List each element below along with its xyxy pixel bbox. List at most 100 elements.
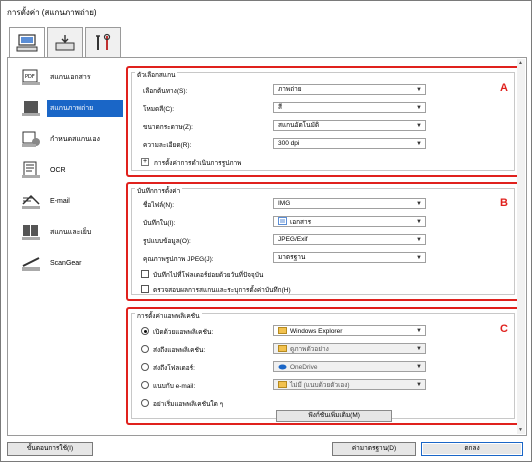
scangear-icon bbox=[22, 257, 40, 271]
subfolder-date-checkbox[interactable] bbox=[141, 270, 149, 278]
ok-button[interactable]: ตกลง bbox=[421, 442, 523, 456]
chevron-down-icon: ▼ bbox=[416, 382, 422, 388]
stitch-icon bbox=[22, 225, 40, 240]
chevron-down-icon: ▼ bbox=[416, 328, 422, 334]
attach-email-dropdown[interactable]: ไม่มี (แนบด้วยตัวเอง) ▼ bbox=[273, 379, 426, 390]
resolution-label: ความละเอียด(R): bbox=[143, 142, 192, 149]
instructions-button[interactable]: ขั้นตอนการใช้(I) bbox=[7, 442, 93, 456]
defaults-button[interactable]: ค่ามาตรฐาน(D) bbox=[332, 442, 416, 456]
custom-scan-icon bbox=[22, 131, 40, 147]
sidebar-item-email[interactable]: E-mail bbox=[12, 186, 124, 216]
callout-letter: B bbox=[500, 197, 508, 209]
tab-general-settings[interactable] bbox=[85, 27, 121, 57]
settings-content: ตัวเลือกสแกน A เลือกต้นทาง(S): ภาพถ่าย ▼ … bbox=[126, 62, 524, 432]
callout-letter: C bbox=[500, 323, 508, 335]
tab-scan-from-computer[interactable] bbox=[9, 27, 45, 58]
folder-icon bbox=[278, 345, 287, 352]
chevron-down-icon: ▼ bbox=[416, 201, 422, 207]
settings-window: การตั้งค่า (สแกนภาพถ่าย) PDF สแกนเอกสาร … bbox=[0, 0, 532, 462]
check-scan-results-checkbox[interactable] bbox=[141, 285, 149, 293]
scan-computer-icon bbox=[16, 34, 38, 52]
email-icon bbox=[22, 194, 40, 209]
scrollbar[interactable]: ▲ ▼ bbox=[517, 59, 525, 434]
data-format-dropdown[interactable]: JPEG/Exif ▼ bbox=[273, 234, 426, 245]
send-to-app-dropdown[interactable]: ดูภาพตัวอย่าง ▼ bbox=[273, 343, 426, 354]
chevron-down-icon: ▼ bbox=[416, 105, 422, 111]
open-with-app-dropdown[interactable]: Windows Explorer ▼ bbox=[273, 325, 426, 336]
select-source-dropdown[interactable]: ภาพถ่าย ▼ bbox=[273, 84, 426, 95]
scroll-up-icon[interactable]: ▲ bbox=[518, 60, 523, 66]
sidebar-item-label: ScanGear bbox=[50, 259, 82, 267]
sidebar-item-label: OCR bbox=[50, 166, 66, 174]
callout-letter: A bbox=[500, 82, 508, 94]
expand-image-processing-button[interactable]: + bbox=[141, 158, 149, 166]
sidebar-item-ocr[interactable]: OCR bbox=[12, 155, 124, 185]
tools-icon bbox=[96, 33, 111, 50]
title-bar: การตั้งค่า (สแกนภาพถ่าย) bbox=[1, 1, 531, 21]
image-processing-label: การตั้งค่าการดำเนินการรูปภาพ bbox=[154, 160, 242, 167]
save-in-dropdown[interactable]: เอกสาร ▼ bbox=[273, 216, 426, 227]
chevron-down-icon: ▼ bbox=[416, 364, 422, 370]
paper-size-dropdown[interactable]: สแกนอัตโนมัติ ▼ bbox=[273, 120, 426, 131]
check-scan-results-label: ตรวจสอบผลการสแกนและระบุการตั้งค่าบันทึก(… bbox=[153, 287, 291, 294]
tab-scan-from-panel[interactable] bbox=[47, 27, 83, 57]
attach-email-label: แนบกับ e-mail: bbox=[153, 383, 196, 390]
scroll-down-icon[interactable]: ▼ bbox=[518, 427, 523, 433]
color-mode-dropdown[interactable]: สี ▼ bbox=[273, 102, 426, 113]
send-to-folder-dropdown[interactable]: OneDrive ▼ bbox=[273, 361, 426, 372]
sidebar-item-scangear[interactable]: ScanGear bbox=[12, 248, 124, 278]
sidebar-item-label: สแกนและเย็บ bbox=[50, 228, 92, 236]
jpeg-quality-dropdown[interactable]: มาตรฐาน ▼ bbox=[273, 252, 426, 263]
scan-options-section: ตัวเลือกสแกน A เลือกต้นทาง(S): ภาพถ่าย ▼ … bbox=[126, 66, 520, 177]
app-settings-section: การตั้งค่าแอพพลิเคชัน C เปิดด้วยแอพพลิเค… bbox=[126, 307, 520, 425]
scan-panel-icon bbox=[55, 34, 75, 50]
send-to-folder-label: ส่งถึงโฟลเดอร์: bbox=[153, 365, 195, 372]
more-functions-button[interactable]: ฟังก์ชันเพิ่มเติม(M) bbox=[276, 410, 392, 422]
no-app-radio[interactable] bbox=[141, 399, 149, 407]
sidebar-item-photo[interactable]: สแกนภาพถ่าย bbox=[12, 93, 124, 123]
chevron-down-icon: ▼ bbox=[416, 237, 422, 243]
jpeg-quality-label: คุณภาพรูปภาพ JPEG(J): bbox=[143, 256, 214, 263]
main-panel: PDF สแกนเอกสาร สแกนภาพถ่าย กำหนดสแกนเอง … bbox=[7, 57, 527, 436]
chevron-down-icon: ▼ bbox=[416, 141, 422, 147]
send-to-app-radio[interactable] bbox=[141, 345, 149, 353]
chevron-down-icon: ▼ bbox=[416, 255, 422, 261]
paper-size-label: ขนาดกระดาษ(Z): bbox=[143, 124, 193, 131]
sidebar-item-stitch[interactable]: สแกนและเย็บ bbox=[12, 217, 124, 247]
document-scan-icon: PDF bbox=[22, 69, 40, 85]
data-format-label: รูปแบบข้อมูล(O): bbox=[143, 238, 191, 245]
section-title: ตัวเลือกสแกน bbox=[135, 70, 178, 80]
color-mode-label: โหมดสี(C): bbox=[143, 106, 175, 113]
no-app-label: อย่าเริ่มแอพพลิเคชันใด ๆ bbox=[153, 401, 224, 408]
sidebar-item-custom[interactable]: กำหนดสแกนเอง bbox=[12, 124, 124, 154]
chevron-down-icon: ▼ bbox=[416, 123, 422, 129]
window-title: การตั้งค่า (สแกนภาพถ่าย) bbox=[7, 8, 97, 17]
resolution-dropdown[interactable]: 300 dpi ▼ bbox=[273, 138, 426, 149]
subfolder-date-label: บันทึกไปที่โฟลเดอร์ย่อยด้วยวันที่ปัจจุบั… bbox=[153, 272, 264, 279]
save-settings-section: บันทึกการตั้งค่า B ชื่อไฟล์(N): IMG ▼ บัน… bbox=[126, 182, 520, 301]
explorer-icon bbox=[278, 327, 287, 334]
svg-text:PDF: PDF bbox=[25, 74, 35, 80]
chevron-down-icon: ▼ bbox=[416, 219, 422, 225]
sidebar: PDF สแกนเอกสาร สแกนภาพถ่าย กำหนดสแกนเอง … bbox=[12, 62, 124, 432]
folder-icon bbox=[278, 381, 287, 388]
send-to-app-label: ส่งถึงแอพพลิเคชัน: bbox=[153, 347, 206, 354]
photo-scan-icon bbox=[22, 101, 40, 116]
open-with-app-label: เปิดด้วยแอพพลิเคชัน: bbox=[153, 329, 214, 336]
sidebar-item-label: E-mail bbox=[50, 197, 70, 205]
sidebar-item-document[interactable]: PDF สแกนเอกสาร bbox=[12, 62, 124, 92]
attach-email-radio[interactable] bbox=[141, 381, 149, 389]
section-title: บันทึกการตั้งค่า bbox=[135, 186, 183, 196]
sidebar-item-label: สแกนเอกสาร bbox=[50, 73, 91, 81]
open-with-app-radio[interactable] bbox=[141, 327, 149, 335]
save-in-label: บันทึกใน(I): bbox=[143, 220, 176, 227]
top-tabs bbox=[9, 27, 121, 58]
ocr-icon bbox=[22, 161, 40, 178]
chevron-down-icon: ▼ bbox=[416, 87, 422, 93]
chevron-down-icon: ▼ bbox=[416, 346, 422, 352]
documents-folder-icon bbox=[278, 217, 287, 225]
sidebar-item-label: สแกนภาพถ่าย bbox=[47, 99, 123, 117]
file-name-dropdown[interactable]: IMG ▼ bbox=[273, 198, 426, 209]
onedrive-icon bbox=[278, 364, 287, 370]
send-to-folder-radio[interactable] bbox=[141, 363, 149, 371]
